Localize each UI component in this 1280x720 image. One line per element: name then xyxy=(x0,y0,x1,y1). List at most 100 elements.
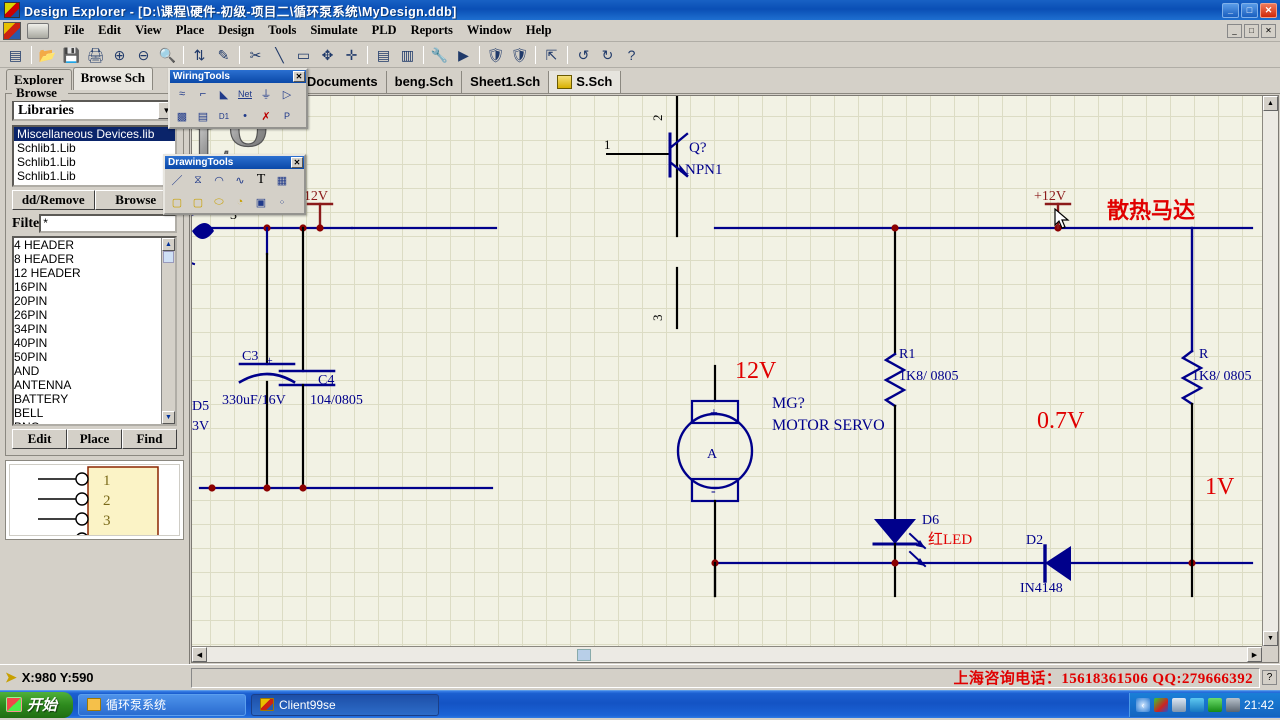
undo-icon[interactable]: ↺ xyxy=(572,44,595,66)
edit-button[interactable]: Edit xyxy=(12,429,67,449)
select-area-icon[interactable]: ▭ xyxy=(292,44,315,66)
tab-browse-sch[interactable]: Browse Sch xyxy=(72,67,153,90)
pcb-directive-icon[interactable]: P xyxy=(277,107,297,125)
wiring-tools-palette[interactable]: WiringTools ✕ ≈ ⌐ ◣ Net ⏚ ▷ ▩ ▤ D1 • ✗ P xyxy=(168,68,308,129)
list-item[interactable]: BELL xyxy=(14,406,161,420)
redo-icon[interactable]: ↻ xyxy=(596,44,619,66)
close-icon[interactable]: ✕ xyxy=(293,71,305,82)
netlist2-icon[interactable]: ▥ xyxy=(396,44,419,66)
save-icon[interactable]: 💾 xyxy=(60,44,83,66)
menu-item-window[interactable]: Window xyxy=(460,21,519,40)
list-item[interactable]: 4 HEADER xyxy=(14,238,161,252)
filter-input[interactable]: * xyxy=(39,214,177,233)
no-erc-icon[interactable]: ✗ xyxy=(256,107,276,125)
canvas-vertical-scrollbar[interactable]: ▲ ▼ xyxy=(1262,96,1278,646)
menu-item-pld[interactable]: PLD xyxy=(365,21,404,40)
components-listbox[interactable]: 4 HEADER 8 HEADER 12 HEADER 16PIN 20PIN … xyxy=(12,236,177,426)
scroll-left-icon[interactable]: ◀ xyxy=(192,647,207,662)
wire-icon[interactable]: ╲ xyxy=(268,44,291,66)
security-icon[interactable] xyxy=(1207,697,1222,712)
taskbar-item-client99se[interactable]: Client99se xyxy=(251,693,440,716)
rectangle-icon[interactable]: ▢ xyxy=(167,193,187,211)
scroll-up-icon[interactable]: ▲ xyxy=(162,238,175,251)
bus-entry-icon[interactable]: ◣ xyxy=(214,85,234,103)
wand-icon[interactable]: ✎ xyxy=(212,44,235,66)
move-icon[interactable]: ✥ xyxy=(316,44,339,66)
updown-icon[interactable]: ⇅ xyxy=(188,44,211,66)
shield1-icon[interactable]: 🛡 xyxy=(484,44,507,66)
print-icon[interactable]: 🖨 xyxy=(84,44,107,66)
mdi-minimize-button[interactable]: _ xyxy=(1227,23,1242,38)
bus-tool-icon[interactable]: ⌐ xyxy=(193,85,213,103)
canvas-horizontal-scrollbar[interactable]: ◀ ▶ xyxy=(192,646,1262,662)
menu-item-place[interactable]: Place xyxy=(169,21,211,40)
list-item[interactable]: 20PIN xyxy=(14,294,161,308)
wiring-tools-titlebar[interactable]: WiringTools ✕ xyxy=(170,70,306,83)
doc-tab-sheet1-sch[interactable]: Sheet1.Sch xyxy=(462,71,550,93)
mdi-close-button[interactable]: ✕ xyxy=(1261,23,1276,38)
zoom-out-icon[interactable]: ⊖ xyxy=(132,44,155,66)
tools-icon[interactable]: 🔧 xyxy=(428,44,451,66)
junction-icon[interactable]: • xyxy=(235,107,255,125)
close-button[interactable]: ✕ xyxy=(1260,2,1277,18)
list-item[interactable]: Schlib1.Lib xyxy=(14,141,175,155)
help-icon[interactable]: ? xyxy=(1262,670,1277,685)
open-icon[interactable]: 📂 xyxy=(36,44,59,66)
menu-item-file[interactable]: File xyxy=(57,21,91,40)
net-label-icon[interactable]: Net xyxy=(235,85,255,103)
close-icon[interactable]: ✕ xyxy=(291,157,303,168)
port-icon[interactable]: D1 xyxy=(214,107,234,125)
list-item[interactable]: BNC xyxy=(14,420,161,424)
maximize-button[interactable]: □ xyxy=(1241,2,1258,18)
graphic-icon[interactable]: ▣ xyxy=(251,193,271,211)
doc-tab-beng-sch[interactable]: beng.Sch xyxy=(386,71,463,93)
drawing-tools-titlebar[interactable]: DrawingTools ✕ xyxy=(165,156,304,169)
sheet-entry-icon[interactable]: ▤ xyxy=(193,107,213,125)
shield2-icon[interactable]: 🛡 xyxy=(508,44,531,66)
find-button[interactable]: Find xyxy=(122,429,177,449)
list-item[interactable]: 40PIN xyxy=(14,336,161,350)
menu-item-simulate[interactable]: Simulate xyxy=(303,21,364,40)
list-item[interactable]: Schlib1.Lib xyxy=(14,169,175,183)
list-item[interactable]: 12 HEADER xyxy=(14,266,161,280)
zoom-area-icon[interactable]: 🔍 xyxy=(156,44,179,66)
hierarchy-icon[interactable]: ⇱ xyxy=(540,44,563,66)
menu-item-edit[interactable]: Edit xyxy=(91,21,128,40)
text-icon[interactable]: T xyxy=(251,171,271,189)
list-item[interactable]: 26PIN xyxy=(14,308,161,322)
sheet-symbol-icon[interactable]: ▩ xyxy=(172,107,192,125)
minimize-button[interactable]: _ xyxy=(1222,2,1239,18)
drawing-tools-palette[interactable]: DrawingTools ✕ ／ ⧖ ◠ ∿ T ▦ ▢ ▢ ⬭ ◔ ▣ ⁘ xyxy=(163,154,306,215)
start-button[interactable]: 开始 xyxy=(0,691,74,718)
volume-icon[interactable] xyxy=(1225,697,1240,712)
list-item[interactable]: 50PIN xyxy=(14,350,161,364)
list-item[interactable]: AND xyxy=(14,364,161,378)
crosshair-icon[interactable]: ✛ xyxy=(340,44,363,66)
help-icon[interactable]: ? xyxy=(620,44,643,66)
doc-tab-documents[interactable]: Documents xyxy=(298,71,387,93)
explorer-panel-icon[interactable]: ▤ xyxy=(4,44,27,66)
scroll-right-icon[interactable]: ▶ xyxy=(1247,647,1262,662)
place-button[interactable]: Place xyxy=(67,429,122,449)
netlist-icon[interactable]: ✂ xyxy=(244,44,267,66)
scroll-down-icon[interactable]: ▼ xyxy=(162,411,175,424)
line-icon[interactable]: ／ xyxy=(167,171,187,189)
shield-icon[interactable] xyxy=(1171,697,1186,712)
library-scope-combo[interactable]: Libraries ▼ xyxy=(12,100,177,121)
part-icon[interactable]: ▷ xyxy=(277,85,297,103)
scroll-up-icon[interactable]: ▲ xyxy=(1263,96,1278,111)
array-icon[interactable]: ⁘ xyxy=(272,193,292,211)
horizontal-scrollbar-thumb[interactable] xyxy=(577,648,591,661)
schematic-canvas[interactable]: 2 3 1 Q? NPN1 散热马达 904 3 xyxy=(192,96,1262,646)
list-item[interactable]: BATTERY xyxy=(14,392,161,406)
menu-item-view[interactable]: View xyxy=(128,21,169,40)
add-remove-button[interactable]: dd/Remove xyxy=(12,190,95,210)
list-item[interactable]: ANTENNA xyxy=(14,378,161,392)
network-icon[interactable] xyxy=(1153,697,1168,712)
list-item[interactable]: Miscellaneous Devices.lib xyxy=(14,127,175,141)
libraries-listbox[interactable]: Miscellaneous Devices.lib Schlib1.Lib Sc… xyxy=(12,125,177,187)
scrollbar-thumb[interactable] xyxy=(163,251,174,263)
menu-item-design[interactable]: Design xyxy=(211,21,261,40)
mdi-restore-button[interactable]: □ xyxy=(1244,23,1259,38)
zoom-in-icon[interactable]: ⊕ xyxy=(108,44,131,66)
